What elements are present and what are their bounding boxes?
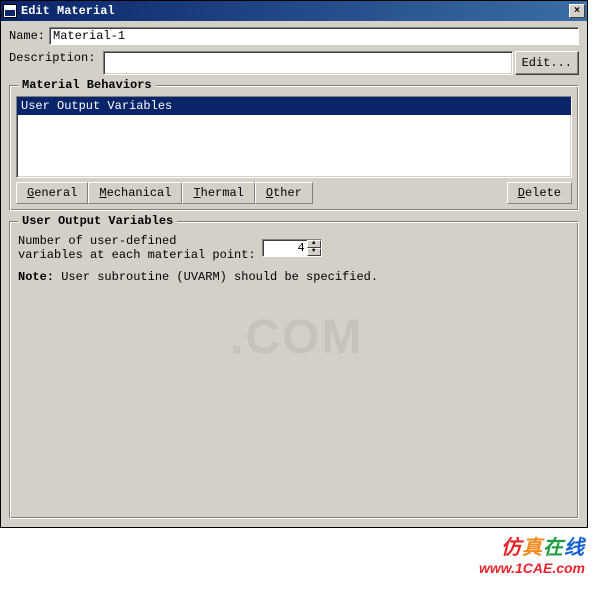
watermark-cn: 仿真在线 <box>479 531 585 560</box>
close-icon[interactable]: × <box>569 4 585 18</box>
name-label: Name: <box>9 29 45 43</box>
behaviors-listbox[interactable]: User Output Variables <box>16 96 572 178</box>
material-behaviors-group: Material Behaviors User Output Variables… <box>9 85 579 211</box>
menu-mechanical[interactable]: Mechanical <box>88 182 182 204</box>
menu-spacer <box>313 182 507 204</box>
app-icon <box>3 4 17 18</box>
menu-general[interactable]: General <box>16 182 88 204</box>
uov-title: User Output Variables <box>18 214 177 228</box>
material-behaviors-title: Material Behaviors <box>18 78 156 92</box>
edit-description-button[interactable]: Edit... <box>515 51 579 75</box>
uov-count-spinner[interactable]: ▲ ▼ <box>262 239 322 257</box>
name-input[interactable] <box>49 27 579 45</box>
watermark: 仿真在线 www.1CAE.com <box>479 531 585 576</box>
menu-other[interactable]: Other <box>255 182 313 204</box>
spinner-down-icon[interactable]: ▼ <box>307 248 321 256</box>
note-text: User subroutine (UVARM) should be specif… <box>54 270 378 284</box>
note-label: Note: <box>18 270 54 284</box>
watermark-url: www.1CAE.com <box>479 560 585 576</box>
spinner-buttons: ▲ ▼ <box>307 240 321 256</box>
uov-count-label-line1: Number of user-defined <box>18 234 256 248</box>
uov-note: Note: User subroutine (UVARM) should be … <box>18 270 570 284</box>
uov-count-input[interactable] <box>263 240 307 256</box>
window-title: Edit Material <box>21 4 569 18</box>
uov-count-label: Number of user-defined variables at each… <box>18 234 256 262</box>
description-label: Description: <box>9 51 95 75</box>
name-row: Name: <box>9 27 579 45</box>
uov-count-row: Number of user-defined variables at each… <box>18 234 570 262</box>
menu-thermal[interactable]: Thermal <box>182 182 254 204</box>
titlebar: Edit Material × <box>1 1 587 21</box>
menu-delete[interactable]: Delete <box>507 182 572 204</box>
uov-count-label-line2: variables at each material point: <box>18 248 256 262</box>
user-output-variables-group: User Output Variables Number of user-def… <box>9 221 579 519</box>
dialog-body: Name: Description: Edit... Material Beha… <box>1 21 587 527</box>
description-input[interactable] <box>103 51 512 75</box>
edit-material-dialog: Edit Material × Name: Description: Edit.… <box>0 0 588 528</box>
behaviors-menubar: General Mechanical Thermal Other Delete <box>16 182 572 204</box>
description-row: Description: Edit... <box>9 51 579 75</box>
list-item[interactable]: User Output Variables <box>17 97 571 115</box>
